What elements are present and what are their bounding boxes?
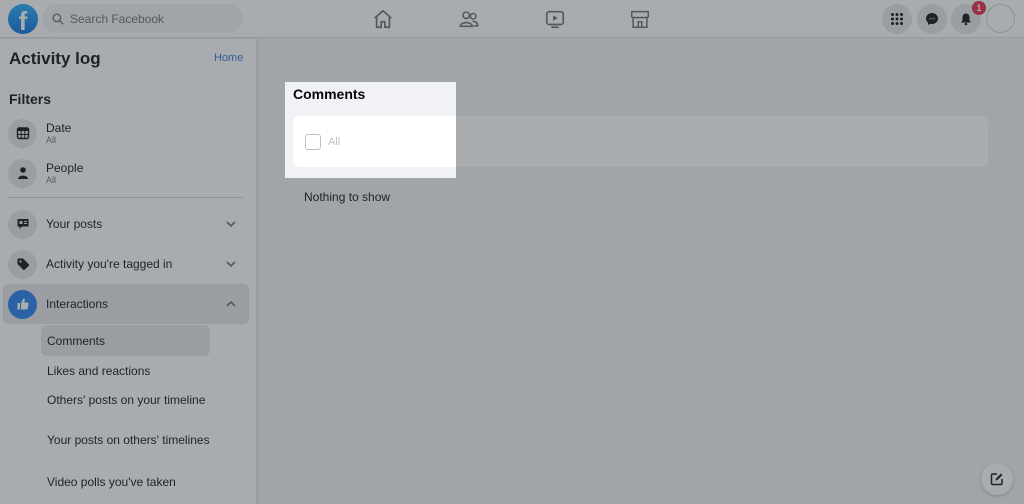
person-icon (8, 158, 37, 188)
grid-menu-icon (891, 13, 903, 25)
empty-state-text: Nothing to show (304, 190, 391, 204)
top-navigation-bar: f 1 (0, 0, 1024, 38)
notifications-button[interactable]: 1 (951, 1, 986, 34)
new-message-button[interactable] (981, 463, 1013, 495)
like-icon (8, 289, 37, 319)
search-box[interactable] (42, 4, 243, 33)
filter-date-value: All (46, 134, 57, 145)
menu-button[interactable] (882, 4, 912, 34)
filter-date[interactable]: Date All (8, 115, 248, 151)
messenger-button[interactable] (917, 4, 947, 34)
chevron-down-icon (226, 221, 236, 228)
marketplace-icon (631, 10, 649, 28)
section-your-posts[interactable]: Your posts (3, 204, 249, 244)
friends-nav-button[interactable] (458, 8, 480, 30)
tag-icon (8, 249, 37, 279)
sidebar-item-your-posts-others-timelines[interactable]: Your posts on others' timelines (41, 433, 210, 447)
sidebar-divider (8, 197, 243, 198)
activity-log-sidebar: Activity log Home Filters Date All Peopl… (0, 39, 256, 504)
search-icon (52, 12, 64, 25)
sidebar-item-others-posts-timeline[interactable]: Others' posts on your timeline (41, 393, 210, 407)
sidebar-item-video-polls[interactable]: Video polls you've taken (41, 475, 210, 489)
marketplace-nav-button[interactable] (629, 8, 651, 30)
section-your-posts-label: Your posts (46, 217, 103, 231)
select-all-checkbox[interactable] (305, 133, 321, 150)
select-all-label: All (328, 135, 341, 148)
chevron-up-icon (226, 300, 236, 307)
section-activity-tagged-label: Activity you're tagged in (46, 257, 173, 271)
chevron-down-icon (226, 261, 236, 268)
comments-heading: Comments (293, 86, 366, 102)
bell-icon (961, 13, 971, 26)
comments-filter-card: All (293, 116, 988, 167)
sidebar-item-likes-reactions[interactable]: Likes and reactions (41, 364, 210, 378)
filter-people[interactable]: People All (8, 155, 248, 191)
section-interactions[interactable]: Interactions (3, 284, 249, 324)
messenger-icon (926, 13, 938, 25)
watch-icon (545, 10, 565, 29)
sidebar-item-comments[interactable]: Comments (41, 325, 210, 356)
section-interactions-label: Interactions (46, 297, 109, 311)
notification-badge: 1 (972, 1, 986, 15)
filters-heading: Filters (9, 91, 52, 107)
page-title: Activity log (9, 49, 101, 68)
sidebar-item-comments-label: Comments (47, 333, 106, 348)
friends-icon (459, 11, 479, 28)
filter-people-value: All (46, 174, 57, 185)
section-activity-tagged[interactable]: Activity you're tagged in (3, 244, 249, 284)
home-nav-button[interactable] (372, 8, 394, 30)
watch-nav-button[interactable] (544, 8, 566, 30)
home-icon (374, 9, 392, 29)
filter-people-label: People (46, 160, 84, 175)
home-link[interactable]: Home (214, 52, 243, 64)
compose-icon (990, 473, 1003, 486)
facebook-logo[interactable]: f (8, 4, 38, 34)
filter-date-label: Date (46, 120, 72, 135)
posts-icon (8, 209, 37, 239)
search-input[interactable] (70, 11, 230, 26)
calendar-icon (8, 118, 37, 148)
profile-avatar[interactable] (986, 4, 1015, 33)
